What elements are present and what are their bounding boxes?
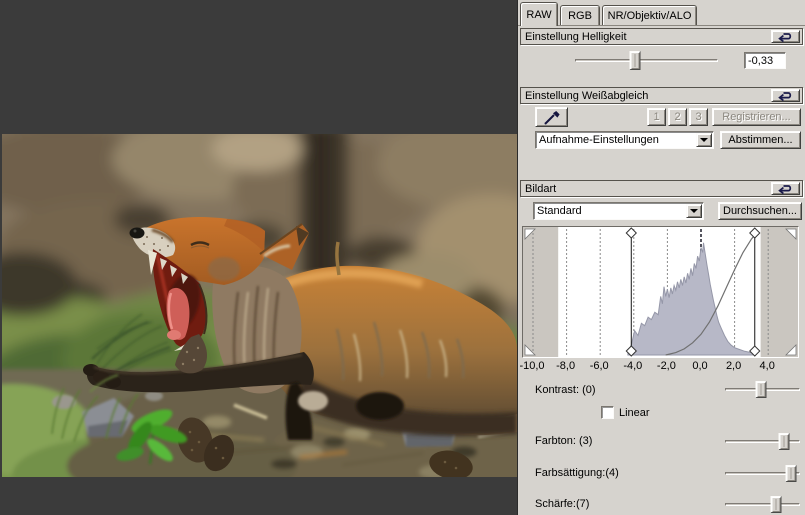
app-window: RAW RGB NR/Objektiv/ALO Einstellung Hell… <box>0 0 805 515</box>
linear-checkbox-label: Linear <box>619 407 650 419</box>
tab-nr-label: NR/Objektiv/ALO <box>607 9 692 22</box>
brightness-value-field[interactable]: -0,33 <box>744 52 786 69</box>
picture-style-group-header: Bildart <box>520 180 803 197</box>
tab-raw-label: RAW <box>526 8 552 21</box>
wb-register-label: Registrieren... <box>722 111 791 123</box>
picture-style-reset-button[interactable] <box>771 182 800 195</box>
fox-photo <box>2 134 517 477</box>
histogram-tick-label: -4,0 <box>623 360 643 372</box>
sharpness-label: Schärfe:(7) <box>535 498 590 510</box>
wb-preset-dropdown-value: Aufnahme-Einstellungen <box>539 134 659 146</box>
brightness-slider-thumb[interactable] <box>629 51 641 70</box>
wb-dropdown-button[interactable] <box>696 133 712 147</box>
tab-raw[interactable]: RAW <box>520 2 558 26</box>
brightness-group-title: Einstellung Helligkeit <box>525 31 627 43</box>
brightness-group-header: Einstellung Helligkeit <box>520 28 803 45</box>
histogram-tick-label: 2,0 <box>725 360 742 372</box>
wb-preset-3-button[interactable]: 3 <box>689 108 708 126</box>
image-canvas <box>0 0 517 515</box>
histogram-tick-label: -6,0 <box>589 360 609 372</box>
edit-palette: RAW RGB NR/Objektiv/ALO Einstellung Hell… <box>517 0 805 515</box>
wb-preset-2-label: 2 <box>674 111 681 123</box>
wb-tune-label: Abstimmen... <box>728 134 793 146</box>
picture-style-browse-label: Durchsuchen... <box>723 205 797 217</box>
picture-style-group-title: Bildart <box>525 183 557 195</box>
sharpness-slider-thumb[interactable] <box>770 496 782 513</box>
histogram-tick-label: -10,0 <box>519 360 545 372</box>
undo-arrow-icon <box>778 184 792 194</box>
contrast-label: Kontrast: (0) <box>535 384 596 396</box>
picture-style-dropdown-value: Standard <box>537 205 582 217</box>
linear-checkbox[interactable] <box>601 406 614 419</box>
histogram-tick-label: -2,0 <box>656 360 676 372</box>
hue-slider[interactable] <box>725 433 800 450</box>
sharpness-slider[interactable] <box>725 496 800 513</box>
picture-style-dropdown[interactable]: Standard <box>533 202 704 220</box>
histogram-tick-label: 4,0 <box>759 360 775 372</box>
white-balance-group-header: Einstellung Weißabgleich <box>520 87 803 104</box>
contrast-slider-thumb[interactable] <box>755 381 767 398</box>
sharpness-slider-track[interactable] <box>725 502 800 506</box>
contrast-slider[interactable] <box>725 381 800 398</box>
undo-arrow-icon <box>778 32 792 42</box>
wb-preset-1-label: 1 <box>653 111 660 123</box>
brightness-slider[interactable] <box>575 51 718 70</box>
histogram-axis-labels: -10,0 -8,0 -6,0 -4,0 -2,0 0,0 2,0 4,0 <box>519 360 799 373</box>
hue-label: Farbton: (3) <box>535 435 593 447</box>
histogram-svg[interactable] <box>523 227 798 357</box>
histogram-tick-label: -8,0 <box>556 360 576 372</box>
picture-style-browse-button[interactable]: Durchsuchen... <box>718 202 802 220</box>
white-balance-reset-button[interactable] <box>771 89 800 102</box>
wb-preset-dropdown[interactable]: Aufnahme-Einstellungen <box>535 131 714 149</box>
caret-down-icon <box>690 209 698 213</box>
tabstrip-divider <box>518 25 805 26</box>
histogram-panel[interactable] <box>522 226 799 358</box>
white-balance-eyedropper-button[interactable] <box>535 107 568 127</box>
undo-arrow-icon <box>778 91 792 101</box>
tab-rgb-label: RGB <box>568 9 592 22</box>
picture-style-dropdown-button[interactable] <box>686 204 702 218</box>
tab-rgb[interactable]: RGB <box>560 5 600 25</box>
caret-down-icon <box>700 138 708 142</box>
white-balance-group-title: Einstellung Weißabgleich <box>525 90 649 102</box>
hue-slider-thumb[interactable] <box>778 433 789 450</box>
wb-register-button[interactable]: Registrieren... <box>712 108 801 126</box>
brightness-reset-button[interactable] <box>771 30 800 43</box>
wb-tune-button[interactable]: Abstimmen... <box>720 131 801 149</box>
saturation-slider-thumb[interactable] <box>785 465 797 482</box>
brightness-slider-track[interactable] <box>575 58 718 62</box>
wb-preset-2-button[interactable]: 2 <box>668 108 687 126</box>
image-preview[interactable] <box>2 134 517 477</box>
tab-nr-objektiv-alo[interactable]: NR/Objektiv/ALO <box>602 5 697 25</box>
histogram-tick-label: 0,0 <box>692 360 708 372</box>
brightness-value: -0,33 <box>748 55 774 67</box>
wb-preset-1-button[interactable]: 1 <box>647 108 666 126</box>
saturation-slider[interactable] <box>725 465 800 482</box>
eyedropper-icon <box>544 110 560 124</box>
wb-preset-3-label: 3 <box>695 111 702 123</box>
saturation-label: Farbsättigung:(4) <box>535 467 619 479</box>
